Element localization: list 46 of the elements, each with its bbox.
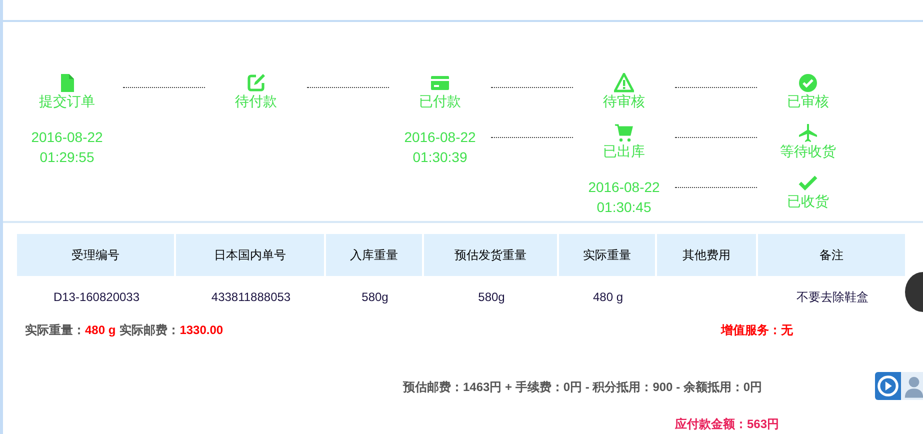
airplane-icon bbox=[798, 123, 818, 143]
service-label: 增值服务： bbox=[721, 323, 781, 337]
weight-value: 480 g bbox=[85, 323, 116, 337]
check-circle-icon bbox=[798, 73, 818, 93]
step-label: 已付款 bbox=[419, 93, 461, 110]
step-label: 提交订单 bbox=[39, 93, 95, 110]
table-cell: 不要去除鞋盒 bbox=[796, 290, 868, 304]
total-label: 应付款金额： bbox=[675, 417, 747, 431]
fee-breakdown: 预估邮费：1463円 + 手续费：0円 - 积分抵用：900 - 余额抵用：0円 bbox=[403, 380, 762, 394]
column-header: 入库重量 bbox=[326, 234, 424, 276]
column-header: 备注 bbox=[758, 234, 907, 276]
step-date: 2016-08-22 bbox=[588, 178, 660, 197]
weight-label: 实际重量： bbox=[25, 323, 85, 337]
table-cell: 433811888053 bbox=[211, 290, 291, 304]
step-label: 已审核 bbox=[787, 93, 829, 110]
user-icon bbox=[901, 372, 923, 400]
column-header: 其他费用 bbox=[657, 234, 758, 276]
column-header: 预估发货重量 bbox=[424, 234, 559, 276]
step-time: 01:30:39 bbox=[412, 148, 468, 167]
chat-widget[interactable] bbox=[875, 372, 923, 400]
table-cell: 580g bbox=[362, 290, 388, 304]
step-label: 等待收货 bbox=[780, 143, 836, 160]
step-date: 2016-08-22 bbox=[31, 128, 103, 147]
card-icon bbox=[430, 73, 450, 93]
step-date: 2016-08-22 bbox=[404, 128, 476, 147]
service-value: 无 bbox=[781, 323, 793, 337]
checkmark-icon bbox=[798, 173, 818, 193]
step-label: 已收货 bbox=[787, 193, 829, 210]
play-icon bbox=[875, 372, 901, 400]
edit-icon bbox=[246, 73, 266, 93]
table-cell: D13-160820033 bbox=[53, 290, 140, 304]
step-time: 01:29:55 bbox=[40, 148, 94, 167]
postage-label: 实际邮费： bbox=[120, 323, 180, 337]
column-header: 日本国内单号 bbox=[176, 234, 326, 276]
table-cell: 580g bbox=[478, 290, 505, 304]
step-label: 待审核 bbox=[603, 93, 645, 110]
step-label: 已出库 bbox=[603, 143, 645, 160]
step-label: 待付款 bbox=[235, 93, 277, 110]
column-header: 受理编号 bbox=[17, 234, 176, 276]
step-time: 01:30:45 bbox=[596, 198, 652, 217]
cart-icon bbox=[614, 123, 634, 143]
total-value: 563円 bbox=[747, 417, 780, 431]
table-cell: 480 g bbox=[592, 290, 624, 304]
column-header: 实际重量 bbox=[559, 234, 657, 276]
postage-value: 1330.00 bbox=[180, 323, 224, 337]
warning-icon bbox=[614, 73, 634, 93]
